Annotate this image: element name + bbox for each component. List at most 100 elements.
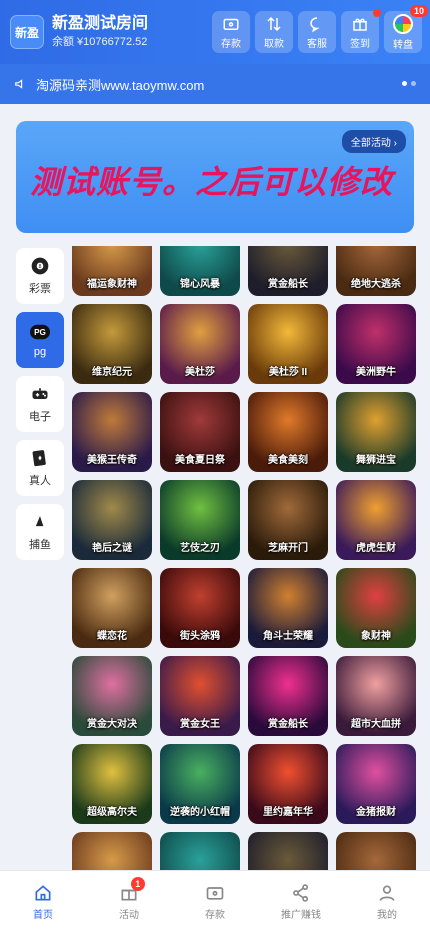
game-tile[interactable]	[248, 832, 328, 870]
sidebar-item-electronic[interactable]: 电子	[16, 376, 64, 432]
banner-text: 测试账号。之后可以修改	[30, 164, 394, 200]
nav-label: 我的	[377, 909, 397, 921]
gift-icon	[353, 18, 367, 31]
game-name: 逆袭的小红帽	[170, 807, 230, 818]
game-tile[interactable]: 赏金船长	[248, 246, 328, 296]
activities-badge: 1	[130, 877, 145, 891]
game-grid: 福运象财神 锦心风暴 赏金船长 绝地大逃杀 维京纪元 美杜莎 美杜莎 II 美洲野牛 美猴王传奇…	[72, 246, 418, 870]
nav-label: 活动	[119, 909, 139, 921]
game-tile[interactable]: 美杜莎 II	[248, 304, 328, 384]
game-tile[interactable]: 美食美刻	[248, 392, 328, 472]
cards-icon	[30, 448, 50, 468]
game-name: 超级高尔夫	[87, 807, 137, 818]
sidebar-item-fishing[interactable]: 捕鱼	[16, 504, 64, 560]
notice-text: 淘源码亲测www.taoymw.com	[36, 77, 205, 93]
game-tile[interactable]	[160, 832, 240, 870]
support-button[interactable]: 客服	[298, 11, 336, 53]
game-tile[interactable]: 里约嘉年华	[248, 744, 328, 824]
game-name: 锦心风暴	[180, 279, 220, 290]
top-header: 新盈 新盈测试房间 余额 ¥10766772.52 存款 取款 客服 签到 10…	[0, 0, 430, 64]
game-tile[interactable]: 舞狮进宝	[336, 392, 416, 472]
promo-banner[interactable]: 全部活动 › 测试账号。之后可以修改	[16, 121, 414, 233]
game-tile[interactable]: 维京纪元	[72, 304, 152, 384]
speaker-icon	[15, 79, 23, 89]
game-name: 美洲野牛	[356, 367, 396, 378]
game-tile[interactable]: 艳后之谜	[72, 480, 152, 560]
game-tile[interactable]	[72, 832, 152, 870]
game-name: 象财神	[361, 631, 391, 642]
game-tile[interactable]: 锦心风暴	[160, 246, 240, 296]
game-tile[interactable]: 街头涂鸦	[160, 568, 240, 648]
deposit-button[interactable]: 存款	[212, 11, 250, 53]
game-name: 美食美刻	[268, 455, 308, 466]
withdraw-label: 取款	[264, 38, 284, 50]
wheel-badge: 10	[409, 5, 428, 17]
nav-deposit[interactable]: 存款	[172, 871, 258, 932]
nav-home[interactable]: 首页	[0, 871, 86, 932]
wheel-button[interactable]: 10 转盘	[384, 5, 428, 53]
game-tile[interactable]: 美猴王传奇	[72, 392, 152, 472]
game-tile[interactable]: 超市大血拼	[336, 656, 416, 736]
game-tile[interactable]: 绝地大逃杀	[336, 246, 416, 296]
game-name: 街头涂鸦	[180, 631, 220, 642]
svg-text:8: 8	[39, 264, 42, 270]
game-tile[interactable]: 金猪报财	[336, 744, 416, 824]
nav-activities[interactable]: 1 活动	[86, 871, 172, 932]
game-name: 蝶恋花	[97, 631, 127, 642]
game-tile[interactable]: 赏金船长	[248, 656, 328, 736]
game-name: 赏金船长	[268, 719, 308, 730]
game-tile[interactable]: 芝麻开门	[248, 480, 328, 560]
game-tile[interactable]: 美食夏日祭	[160, 392, 240, 472]
game-name: 美杜莎 II	[268, 367, 308, 378]
game-name: 超市大血拼	[351, 719, 401, 730]
svg-text:PG: PG	[34, 328, 46, 337]
nav-label: 推广赚钱	[281, 909, 321, 921]
game-tile[interactable]: 超级高尔夫	[72, 744, 152, 824]
room-name: 新盈测试房间	[52, 15, 149, 32]
game-tile[interactable]: 艺伎之刃	[160, 480, 240, 560]
support-label: 客服	[307, 38, 327, 50]
user-icon	[379, 885, 395, 901]
nav-label: 首页	[33, 909, 53, 921]
all-activities-label: 全部活动	[350, 138, 391, 149]
game-name: 维京纪元	[92, 367, 132, 378]
sidebar-item-pg[interactable]: PG pg	[16, 312, 64, 368]
withdraw-button[interactable]: 取款	[255, 11, 293, 53]
game-tile[interactable]: 福运象财神	[72, 246, 152, 296]
game-name: 金猪报财	[356, 807, 396, 818]
checkin-red-dot	[373, 9, 381, 17]
game-name: 赏金大对决	[87, 719, 137, 730]
sidebar-item-label: 电子	[29, 411, 51, 423]
share-icon	[293, 883, 309, 902]
game-tile[interactable]: 角斗士荣耀	[248, 568, 328, 648]
notice-bar[interactable]: 淘源码亲测www.taoymw.com	[0, 64, 430, 104]
balance-text: 余额 ¥10766772.52	[52, 36, 148, 48]
checkin-button[interactable]: 签到	[341, 9, 381, 53]
lottery-ball-icon: 8	[30, 256, 50, 276]
game-name: 艺伎之刃	[180, 543, 220, 554]
game-name: 赏金女王	[180, 719, 220, 730]
sidebar-item-label: pg	[33, 346, 47, 358]
game-tile[interactable]: 虎虎生财	[336, 480, 416, 560]
sidebar-item-lottery[interactable]: 8 彩票	[16, 248, 64, 304]
all-activities-button[interactable]: 全部活动 ›	[341, 130, 406, 153]
game-tile[interactable]: 象财神	[336, 568, 416, 648]
game-name: 美猴王传奇	[87, 455, 137, 466]
room-info: 新盈测试房间 余额 ¥10766772.52	[52, 14, 207, 50]
sidebar-item-label: 彩票	[29, 283, 51, 295]
game-tile[interactable]: 美杜莎	[160, 304, 240, 384]
game-tile[interactable]: 赏金大对决	[72, 656, 152, 736]
home-icon	[35, 884, 51, 900]
game-tile[interactable]	[336, 832, 416, 870]
game-tile[interactable]: 逆袭的小红帽	[160, 744, 240, 824]
chat-icon	[310, 16, 320, 32]
sidebar-item-live[interactable]: 真人	[16, 440, 64, 496]
nav-profile[interactable]: 我的	[344, 871, 430, 932]
nav-promote[interactable]: 推广赚钱	[258, 871, 344, 932]
transfer-arrows-icon	[267, 16, 281, 31]
game-tile[interactable]: 赏金女王	[160, 656, 240, 736]
game-tile[interactable]: 美洲野牛	[336, 304, 416, 384]
game-tile[interactable]: 蝶恋花	[72, 568, 152, 648]
wallet-icon	[223, 18, 239, 30]
nav-label: 存款	[205, 909, 225, 921]
